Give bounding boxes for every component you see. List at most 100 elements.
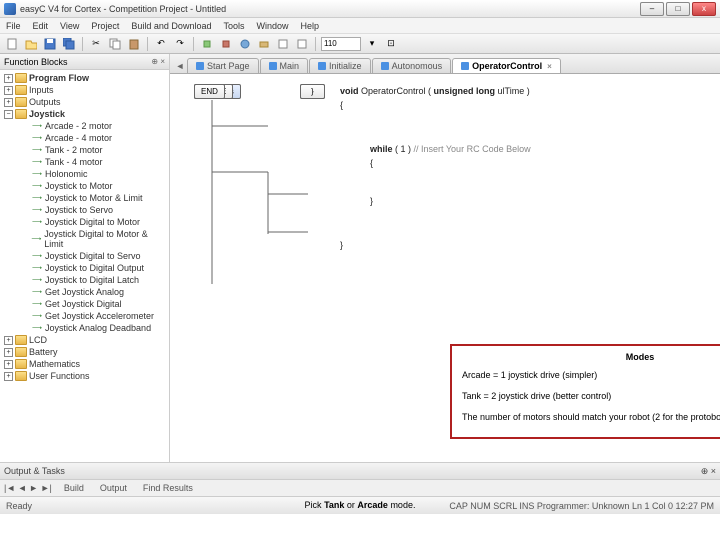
expand-icon[interactable]: +: [4, 348, 13, 357]
tab-startpage[interactable]: Start Page: [187, 58, 259, 73]
tab-main[interactable]: Main: [260, 58, 309, 73]
tree-item[interactable]: ⟶Tank - 4 motor: [16, 156, 167, 168]
menu-build[interactable]: Build and Download: [131, 21, 211, 31]
code-kw: void: [340, 86, 359, 96]
expand-icon[interactable]: +: [4, 74, 13, 83]
leaf-icon: ⟶: [31, 252, 43, 260]
tree-label: Joystick to Motor & Limit: [45, 193, 143, 203]
leaf-icon: ⟶: [31, 300, 43, 308]
collapse-icon[interactable]: −: [4, 110, 13, 119]
menu-tools[interactable]: Tools: [223, 21, 244, 31]
expand-icon[interactable]: +: [4, 86, 13, 95]
tree-item[interactable]: ⟶Joystick to Motor: [16, 180, 167, 192]
caption-text: Pick: [305, 500, 325, 510]
zoom-dropdown-icon[interactable]: ▾: [364, 36, 380, 52]
tree-item[interactable]: ⟶Joystick Digital to Motor: [16, 216, 167, 228]
leaf-icon: ⟶: [31, 194, 43, 202]
tree-item[interactable]: ⟶Joystick to Digital Output: [16, 262, 167, 274]
maximize-button[interactable]: □: [666, 2, 690, 16]
tab-label: Start Page: [207, 61, 250, 71]
tree-item[interactable]: ⟶Joystick to Servo: [16, 204, 167, 216]
caption-bold: Arcade: [357, 500, 388, 510]
tree-item[interactable]: +Program Flow: [2, 72, 167, 84]
toolbar: ✂ ↶ ↷ ▾ ⊡: [0, 34, 720, 54]
tree-item[interactable]: ⟶Get Joystick Accelerometer: [16, 310, 167, 322]
canvas[interactable]: BEGIN Variables WHILE { } END void Opera…: [170, 74, 720, 462]
open-icon[interactable]: [23, 36, 39, 52]
tab-label: Autonomous: [392, 61, 443, 71]
tree-label: Joystick: [29, 109, 65, 119]
tree-item[interactable]: − Joystick: [2, 108, 167, 120]
panel-pin-icon[interactable]: ⊕ ×: [151, 57, 165, 66]
tab-close-icon[interactable]: ×: [547, 62, 552, 71]
saveall-icon[interactable]: [61, 36, 77, 52]
tab-icon: [269, 62, 277, 70]
tree-item[interactable]: ⟶Joystick to Motor & Limit: [16, 192, 167, 204]
copy-icon[interactable]: [107, 36, 123, 52]
tree-item[interactable]: ⟶Joystick Digital to Motor & Limit: [16, 228, 167, 250]
code-comment: // Insert Your RC Code Below: [414, 144, 531, 154]
titlebar: easyC V4 for Cortex - Competition Projec…: [0, 0, 720, 18]
folder-icon: [15, 109, 27, 119]
tree-item[interactable]: +Outputs: [2, 96, 167, 108]
tool-icon[interactable]: [275, 36, 291, 52]
menu-window[interactable]: Window: [256, 21, 288, 31]
code-text: }: [340, 194, 531, 208]
menu-project[interactable]: Project: [91, 21, 119, 31]
tree-label: Joystick to Digital Output: [45, 263, 144, 273]
tree-item[interactable]: +User Functions: [2, 370, 167, 382]
tree-item[interactable]: +Inputs: [2, 84, 167, 96]
toolbar-separator: [315, 37, 316, 51]
tool-icon[interactable]: [218, 36, 234, 52]
save-icon[interactable]: [42, 36, 58, 52]
tab-autonomous[interactable]: Autonomous: [372, 58, 452, 73]
tree-item[interactable]: ⟶Joystick Digital to Servo: [16, 250, 167, 262]
tool-icon[interactable]: [256, 36, 272, 52]
tool-icon[interactable]: [237, 36, 253, 52]
tree-item[interactable]: ⟶Get Joystick Analog: [16, 286, 167, 298]
undo-icon[interactable]: ↶: [153, 36, 169, 52]
tree-item[interactable]: ⟶Joystick to Digital Latch: [16, 274, 167, 286]
expand-icon[interactable]: +: [4, 98, 13, 107]
menu-edit[interactable]: Edit: [33, 21, 49, 31]
minimize-button[interactable]: –: [640, 2, 664, 16]
output-panel-pin-icon[interactable]: ⊕ ×: [701, 466, 716, 477]
menu-view[interactable]: View: [60, 21, 79, 31]
block-end[interactable]: END: [194, 84, 225, 99]
tool-icon[interactable]: [199, 36, 215, 52]
folder-icon: [15, 371, 27, 381]
new-icon[interactable]: [4, 36, 20, 52]
paste-icon[interactable]: [126, 36, 142, 52]
tree-item[interactable]: +LCD: [2, 334, 167, 346]
zoom-fit-icon[interactable]: ⊡: [383, 36, 399, 52]
tab-icon: [461, 62, 469, 70]
tree-item[interactable]: +Battery: [2, 346, 167, 358]
tree-item[interactable]: +Mathematics: [2, 358, 167, 370]
caption-bold: Tank: [324, 500, 344, 510]
tab-nav-left-icon[interactable]: ◄: [174, 59, 186, 73]
leaf-icon: ⟶: [31, 276, 43, 284]
menu-file[interactable]: File: [6, 21, 21, 31]
tree-item[interactable]: ⟶Joystick Analog Deadband: [16, 322, 167, 334]
expand-icon[interactable]: +: [4, 360, 13, 369]
expand-icon[interactable]: +: [4, 336, 13, 345]
cut-icon[interactable]: ✂: [88, 36, 104, 52]
tree-item[interactable]: ⟶Arcade - 4 motor: [16, 132, 167, 144]
tab-initialize[interactable]: Initialize: [309, 58, 371, 73]
code-text: ( 1 ): [393, 144, 414, 154]
tree-item[interactable]: ⟶Holonomic: [16, 168, 167, 180]
block-close-brace[interactable]: }: [300, 84, 325, 99]
zoom-input[interactable]: [321, 37, 361, 51]
menu-help[interactable]: Help: [301, 21, 320, 31]
tab-label: Initialize: [329, 61, 362, 71]
folder-icon: [15, 85, 27, 95]
tree-item[interactable]: ⟶Arcade - 2 motor: [16, 120, 167, 132]
close-button[interactable]: x: [692, 2, 716, 16]
tree-item[interactable]: ⟶Get Joystick Digital: [16, 298, 167, 310]
tree-item[interactable]: ⟶Tank - 2 motor: [16, 144, 167, 156]
tool-icon[interactable]: [294, 36, 310, 52]
expand-icon[interactable]: +: [4, 372, 13, 381]
redo-icon[interactable]: ↷: [172, 36, 188, 52]
leaf-icon: ⟶: [31, 134, 43, 142]
tab-operatorcontrol[interactable]: OperatorControl×: [452, 58, 561, 73]
